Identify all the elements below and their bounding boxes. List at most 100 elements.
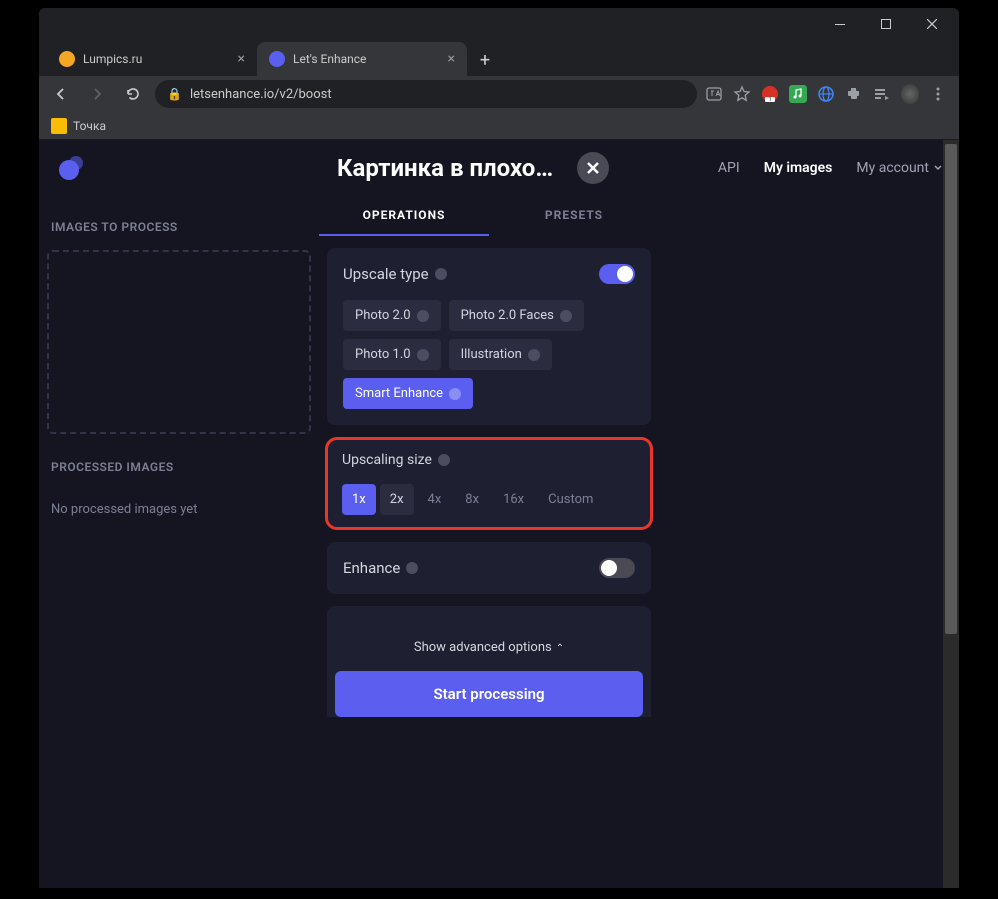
extension-icons: 1 xyxy=(705,85,951,103)
enhance-label: Enhance xyxy=(343,559,400,577)
tab-close-icon[interactable]: × xyxy=(448,51,455,67)
settings-panel: OPERATIONS PRESETS Upscale type Photo 2.… xyxy=(319,196,659,888)
chip-label: Photo 2.0 xyxy=(355,308,411,323)
info-icon xyxy=(417,349,429,361)
upscale-type-label: Upscale type xyxy=(343,265,429,283)
nav-my-account[interactable]: My account xyxy=(856,160,943,176)
forward-button[interactable] xyxy=(83,80,111,108)
browser-window: Lumpics.ru × Let's Enhance × + 🔒 letsenh… xyxy=(39,8,959,888)
bookmark-label: Точка xyxy=(73,119,106,133)
url-text: letsenhance.io/v2/boost xyxy=(190,87,332,102)
image-dropzone[interactable] xyxy=(47,250,311,434)
reload-button[interactable] xyxy=(119,80,147,108)
info-icon[interactable] xyxy=(435,268,447,280)
processed-empty-message: No processed images yet xyxy=(47,494,311,525)
window-titlebar xyxy=(39,8,959,40)
bookmark-tochka[interactable]: Точка xyxy=(51,118,106,134)
page-viewport: Картинка в плохо… API My images My accou… xyxy=(39,140,959,888)
extensions-icon[interactable] xyxy=(845,85,863,103)
enhance-card: Enhance xyxy=(327,542,651,594)
advanced-label: Show advanced options xyxy=(414,640,552,655)
chip-label: Photo 2.0 Faces xyxy=(461,308,554,323)
upscale-type-options: Photo 2.0 Photo 2.0 Faces Photo 1.0 Illu… xyxy=(343,300,635,409)
size-1x[interactable]: 1x xyxy=(342,484,376,515)
tab-title: Lumpics.ru xyxy=(83,52,142,66)
window-maximize-button[interactable] xyxy=(863,9,909,39)
favicon-icon xyxy=(59,51,75,67)
images-to-process-label: IMAGES TO PROCESS xyxy=(47,212,311,242)
chip-label: Illustration xyxy=(461,347,522,362)
info-icon xyxy=(560,310,572,322)
scrollbar-track[interactable] xyxy=(943,140,959,888)
panel-title: Картинка в плохо… xyxy=(337,154,553,182)
window-minimize-button[interactable] xyxy=(817,9,863,39)
chip-photo-2-faces[interactable]: Photo 2.0 Faces xyxy=(449,300,584,331)
scrollbar-thumb[interactable] xyxy=(945,144,957,634)
chip-label: Photo 1.0 xyxy=(355,347,411,362)
profile-avatar[interactable] xyxy=(901,85,919,103)
chip-photo-1[interactable]: Photo 1.0 xyxy=(343,339,441,370)
size-custom[interactable]: Custom xyxy=(538,484,603,515)
chip-illustration[interactable]: Illustration xyxy=(449,339,552,370)
nav-api[interactable]: API xyxy=(718,160,740,176)
size-4x[interactable]: 4x xyxy=(418,484,452,515)
upscaling-size-card: Upscaling size 1x 2x 4x 8x 16x Custom xyxy=(325,437,653,530)
upscaling-size-label: Upscaling size xyxy=(342,452,432,468)
enhance-toggle[interactable] xyxy=(599,558,635,578)
info-icon xyxy=(417,310,429,322)
favicon-icon xyxy=(269,51,285,67)
folder-icon xyxy=(51,118,67,134)
svg-text:1: 1 xyxy=(768,96,771,103)
star-icon[interactable] xyxy=(733,85,751,103)
enhance-title: Enhance xyxy=(343,559,418,577)
upscale-type-title: Upscale type xyxy=(343,265,447,283)
start-processing-button[interactable]: Start processing xyxy=(335,671,643,717)
info-icon[interactable] xyxy=(438,454,450,466)
upscaling-size-options: 1x 2x 4x 8x 16x Custom xyxy=(342,484,636,515)
info-icon xyxy=(449,388,461,400)
browser-toolbar: 🔒 letsenhance.io/v2/boost 1 xyxy=(39,76,959,112)
new-tab-button[interactable]: + xyxy=(471,46,499,74)
bookmarks-bar: Точка xyxy=(39,112,959,140)
globe-ext-icon[interactable] xyxy=(817,85,835,103)
browser-tabbar: Lumpics.ru × Let's Enhance × + xyxy=(39,40,959,76)
settings-tabs: OPERATIONS PRESETS xyxy=(319,196,659,236)
tab-title: Let's Enhance xyxy=(293,52,366,66)
browser-menu-icon[interactable] xyxy=(929,85,947,103)
upscale-type-card: Upscale type Photo 2.0 Photo 2.0 Faces P… xyxy=(327,248,651,425)
translate-icon[interactable] xyxy=(705,85,723,103)
app-logo[interactable] xyxy=(55,152,87,184)
upscaling-size-title: Upscaling size xyxy=(342,452,636,468)
show-advanced-button[interactable]: Show advanced options ⌃ xyxy=(327,622,651,667)
chip-label: Smart Enhance xyxy=(355,386,443,401)
window-close-button[interactable] xyxy=(909,9,955,39)
nav-my-images[interactable]: My images xyxy=(764,160,833,176)
size-16x[interactable]: 16x xyxy=(493,484,534,515)
info-icon[interactable] xyxy=(406,562,418,574)
browser-tab-lumpics[interactable]: Lumpics.ru × xyxy=(47,42,257,76)
nav-my-account-label: My account xyxy=(856,160,929,176)
chip-smart-enhance[interactable]: Smart Enhance xyxy=(343,378,473,409)
processed-images-label: PROCESSED IMAGES xyxy=(47,452,311,482)
app-header: Картинка в плохо… API My images My accou… xyxy=(39,140,959,196)
chip-photo-2[interactable]: Photo 2.0 xyxy=(343,300,441,331)
address-bar[interactable]: 🔒 letsenhance.io/v2/boost xyxy=(155,80,697,108)
adblock-icon[interactable]: 1 xyxy=(761,85,779,103)
upscale-type-toggle[interactable] xyxy=(599,264,635,284)
chevron-up-icon: ⌃ xyxy=(556,643,564,654)
close-panel-button[interactable] xyxy=(577,152,609,184)
music-ext-icon[interactable] xyxy=(789,85,807,103)
footer-card: Show advanced options ⌃ Start processing xyxy=(327,606,651,717)
media-icon[interactable] xyxy=(873,85,891,103)
lock-icon: 🔒 xyxy=(167,87,182,101)
size-2x[interactable]: 2x xyxy=(380,484,414,515)
info-icon xyxy=(528,349,540,361)
browser-tab-letsenhance[interactable]: Let's Enhance × xyxy=(257,42,467,76)
size-8x[interactable]: 8x xyxy=(455,484,489,515)
tab-operations[interactable]: OPERATIONS xyxy=(319,196,489,236)
tab-presets[interactable]: PRESETS xyxy=(489,196,659,236)
chevron-down-icon xyxy=(933,163,943,173)
left-sidebar: IMAGES TO PROCESS PROCESSED IMAGES No pr… xyxy=(39,196,319,888)
back-button[interactable] xyxy=(47,80,75,108)
tab-close-icon[interactable]: × xyxy=(238,51,245,67)
